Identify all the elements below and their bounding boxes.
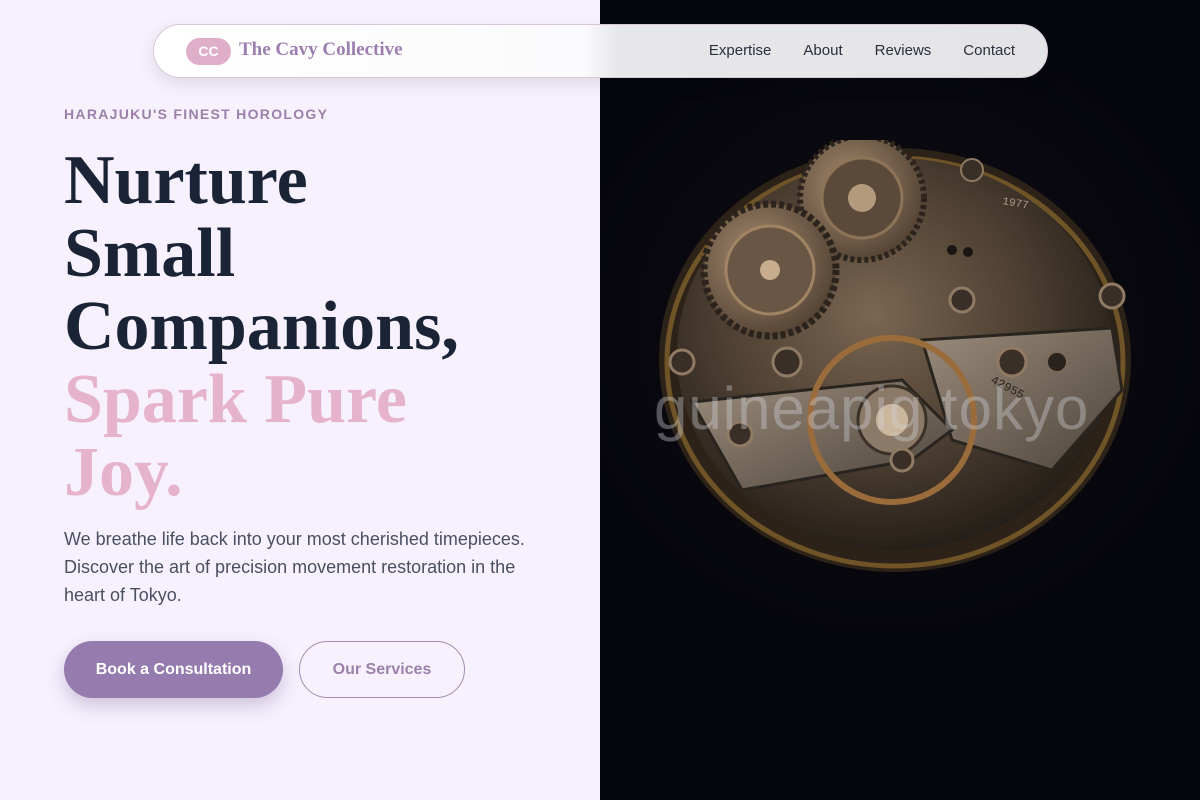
watch-movement-image: 1977 42955 bbox=[659, 140, 1131, 572]
nav-link-reviews[interactable]: Reviews bbox=[875, 42, 932, 59]
top-navigation-bar: CC The Cavy Collective Expertise About R… bbox=[153, 24, 1048, 78]
hero-description: We breathe life back into your most cher… bbox=[64, 529, 525, 605]
hero-eyebrow: HARAJUKU'S FINEST HOROLOGY bbox=[64, 106, 329, 122]
book-consultation-button[interactable]: Book a Consultation bbox=[64, 641, 283, 698]
nav-link-about[interactable]: About bbox=[803, 42, 842, 59]
headline-line-1: Nurture bbox=[64, 142, 308, 219]
hero-headline: Nurture Small Companions, Spark Pure Joy… bbox=[64, 144, 594, 509]
brand-logo-badge[interactable]: CC bbox=[186, 38, 231, 65]
watermark-text: guineapig tokyo bbox=[654, 375, 1090, 442]
our-services-button[interactable]: Our Services bbox=[299, 641, 465, 698]
headline-accent-line-2: Joy. bbox=[64, 434, 183, 511]
headline-line-3: Companions, bbox=[64, 288, 459, 365]
nav-links: Expertise About Reviews Contact bbox=[709, 42, 1015, 59]
nav-link-contact[interactable]: Contact bbox=[963, 42, 1015, 59]
nav-link-expertise[interactable]: Expertise bbox=[709, 42, 772, 59]
headline-line-2: Small bbox=[64, 215, 236, 292]
hero-image-panel: 1977 42955 guineapig tokyo bbox=[600, 0, 1200, 800]
brand-name[interactable]: The Cavy Collective bbox=[239, 39, 403, 61]
headline-accent-line-1: Spark Pure bbox=[64, 361, 407, 438]
